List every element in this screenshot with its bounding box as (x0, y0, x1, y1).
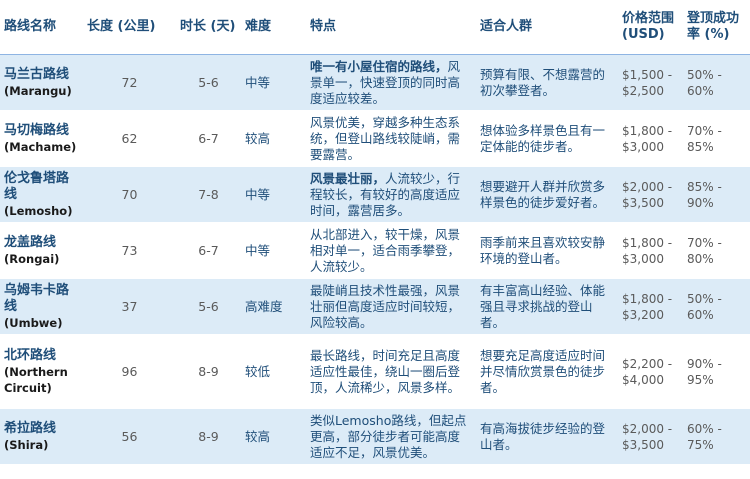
header-length: 长度 (公里) (83, 0, 176, 55)
audience-cell: 想要避开人群并欣赏多样景色的徒步爱好者。 (476, 166, 618, 223)
route-name-cn: 乌姆韦卡路线 (4, 282, 70, 314)
difficulty-cell: 较高 (241, 408, 306, 465)
difficulty-cell: 中等 (241, 222, 306, 279)
route-name-en: (Marangu) (4, 83, 72, 98)
features-cell: 风景最壮丽，人流较少，行程较长，有较好的高度适应时间，露营居多。 (306, 166, 476, 223)
audience-cell: 有丰富高山经验、体能强且寻求挑战的登山者。 (476, 278, 618, 335)
duration-cell: 5-6 (176, 278, 241, 335)
route-name-cn: 伦戈鲁塔路线 (4, 170, 70, 202)
duration-cell: 5-6 (176, 54, 241, 111)
feature-text: 从北部进入，较干燥，风景相对单一，适合雨季攀登，人流较少。 (310, 226, 461, 274)
audience-cell: 想要充足高度适应时间并尽情欣赏景色的徒步者。 (476, 334, 618, 409)
success-rate-cell: 90% - 95% (683, 334, 750, 409)
route-name-cell: 伦戈鲁塔路线 (Lemosho) (0, 166, 83, 223)
difficulty-cell: 较低 (241, 334, 306, 409)
length-cell: 56 (83, 408, 176, 465)
feature-text: 最长路线，时间充足且高度适应性最佳，绕山一圈后登顶，人流稀少，风景多样。 (310, 347, 461, 395)
route-name-cell: 北环路线 (Northern Circuit) (0, 334, 83, 409)
table-row: 龙盖路线 (Rongai) 73 6-7 中等 从北部进入，较干燥，风景相对单一… (0, 222, 750, 279)
price-cell: $1,800 - $3,000 (618, 222, 683, 279)
route-name-en: (Machame) (4, 139, 77, 154)
features-cell: 唯一有小屋住宿的路线，风景单一，快速登顶的同时高度适应较差。 (306, 54, 476, 111)
length-cell: 73 (83, 222, 176, 279)
price-cell: $2,000 - $3,500 (618, 408, 683, 465)
route-name-cn: 北环路线 (4, 347, 57, 363)
header-row: 路线名称 长度 (公里) 时长 (天) 难度 特点 适合人群 价格范围 (USD… (0, 0, 750, 55)
route-name-cn: 希拉路线 (4, 420, 57, 436)
feature-text: 最陡峭且技术性最强，风景壮丽但高度适应时间较短，风险较高。 (310, 282, 461, 330)
price-cell: $1,500 - $2,500 (618, 54, 683, 111)
route-name-en: (Shira) (4, 437, 49, 452)
audience-cell: 雨季前来且喜欢较安静环境的登山者。 (476, 222, 618, 279)
header-name: 路线名称 (0, 0, 83, 55)
length-cell: 96 (83, 334, 176, 409)
table-row: 北环路线 (Northern Circuit) 96 8-9 较低 最长路线，时… (0, 334, 750, 409)
route-name-cell: 龙盖路线 (Rongai) (0, 222, 83, 279)
difficulty-cell: 高难度 (241, 278, 306, 335)
difficulty-cell: 较高 (241, 110, 306, 167)
price-cell: $1,800 - $3,000 (618, 110, 683, 167)
feature-text: 类似Lemosho路线，但起点更高，部分徒步者可能高度适应不足，风景优美。 (310, 412, 467, 460)
routes-table-container: 路线名称 长度 (公里) 时长 (天) 难度 特点 适合人群 价格范围 (USD… (0, 0, 750, 479)
difficulty-cell: 中等 (241, 54, 306, 111)
header-difficulty: 难度 (241, 0, 306, 55)
features-cell: 最陡峭且技术性最强，风景壮丽但高度适应时间较短，风险较高。 (306, 278, 476, 335)
route-name-en: (Lemosho) (4, 203, 73, 218)
route-name-en: (Umbwe) (4, 315, 63, 330)
routes-table: 路线名称 长度 (公里) 时长 (天) 难度 特点 适合人群 价格范围 (USD… (0, 0, 750, 465)
route-name-cn: 龙盖路线 (4, 234, 57, 250)
table-row: 马切梅路线 (Machame) 62 6-7 较高 风景优美，穿越多种生态系统，… (0, 110, 750, 167)
route-name-cell: 希拉路线 (Shira) (0, 408, 83, 465)
audience-cell: 想体验多样景色且有一定体能的徒步者。 (476, 110, 618, 167)
header-price: 价格范围 (USD) (618, 0, 683, 55)
route-name-cn: 马兰古路线 (4, 66, 70, 82)
features-cell: 最长路线，时间充足且高度适应性最佳，绕山一圈后登顶，人流稀少，风景多样。 (306, 334, 476, 409)
features-cell: 从北部进入，较干燥，风景相对单一，适合雨季攀登，人流较少。 (306, 222, 476, 279)
table-row: 伦戈鲁塔路线 (Lemosho) 70 7-8 中等 风景最壮丽，人流较少，行程… (0, 166, 750, 223)
success-rate-cell: 50% - 60% (683, 54, 750, 111)
route-name-cn: 马切梅路线 (4, 122, 70, 138)
duration-cell: 8-9 (176, 334, 241, 409)
duration-cell: 7-8 (176, 166, 241, 223)
table-row: 希拉路线 (Shira) 56 8-9 较高 类似Lemosho路线，但起点更高… (0, 408, 750, 465)
success-rate-cell: 70% - 80% (683, 222, 750, 279)
success-rate-cell: 60% - 75% (683, 408, 750, 465)
price-cell: $1,800 - $3,200 (618, 278, 683, 335)
success-rate-cell: 50% - 60% (683, 278, 750, 335)
route-name-en: (Northern Circuit) (4, 364, 68, 395)
success-rate-cell: 85% - 90% (683, 166, 750, 223)
duration-cell: 6-7 (176, 110, 241, 167)
feature-highlight: 唯一有小屋住宿的路线， (310, 58, 448, 74)
route-name-cell: 乌姆韦卡路线 (Umbwe) (0, 278, 83, 335)
duration-cell: 6-7 (176, 222, 241, 279)
features-cell: 风景优美，穿越多种生态系统，但登山路线较陡峭，需要露营。 (306, 110, 476, 167)
duration-cell: 8-9 (176, 408, 241, 465)
feature-highlight: 风景最壮丽， (310, 170, 386, 186)
feature-text: 风景优美，穿越多种生态系统，但登山路线较陡峭，需要露营。 (310, 114, 461, 162)
route-name-cell: 马兰古路线 (Marangu) (0, 54, 83, 111)
price-cell: $2,000 - $3,500 (618, 166, 683, 223)
header-duration: 时长 (天) (176, 0, 241, 55)
route-name-en: (Rongai) (4, 251, 60, 266)
success-rate-cell: 70% - 85% (683, 110, 750, 167)
header-audience: 适合人群 (476, 0, 618, 55)
length-cell: 37 (83, 278, 176, 335)
table-row: 马兰古路线 (Marangu) 72 5-6 中等 唯一有小屋住宿的路线，风景单… (0, 54, 750, 111)
features-cell: 类似Lemosho路线，但起点更高，部分徒步者可能高度适应不足，风景优美。 (306, 408, 476, 465)
header-success: 登顶成功率 (%) (683, 0, 750, 55)
difficulty-cell: 中等 (241, 166, 306, 223)
table-row: 乌姆韦卡路线 (Umbwe) 37 5-6 高难度 最陡峭且技术性最强，风景壮丽… (0, 278, 750, 335)
audience-cell: 预算有限、不想露营的初次攀登者。 (476, 54, 618, 111)
price-cell: $2,200 - $4,000 (618, 334, 683, 409)
audience-cell: 有高海拔徒步经验的登山者。 (476, 408, 618, 465)
length-cell: 70 (83, 166, 176, 223)
route-name-cell: 马切梅路线 (Machame) (0, 110, 83, 167)
header-features: 特点 (306, 0, 476, 55)
length-cell: 72 (83, 54, 176, 111)
length-cell: 62 (83, 110, 176, 167)
